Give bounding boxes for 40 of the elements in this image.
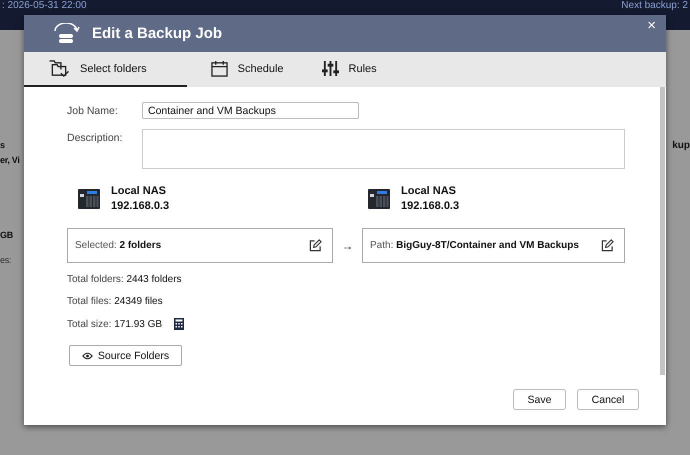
nas-device-icon	[368, 189, 390, 209]
close-button[interactable]: ×	[643, 15, 660, 36]
background-text: kup	[672, 140, 690, 151]
field-label: Description:	[67, 131, 124, 144]
job-name-field[interactable]: Container and VM Backups	[142, 102, 359, 119]
dialog-title: Edit a Backup Job	[92, 25, 222, 42]
save-button[interactable]: Save	[513, 389, 566, 410]
sliders-icon	[322, 60, 339, 77]
device-name: Local NAS	[401, 184, 458, 199]
backup-drive-icon	[52, 22, 80, 44]
stat-text: Total size: 171.93 GB	[67, 318, 162, 330]
path-text: Path: BigGuy-8T/Container and VM Backups	[370, 240, 579, 251]
cancel-button[interactable]: Cancel	[577, 389, 639, 410]
stat-text: Total folders: 2443 folders	[67, 274, 182, 285]
eye-icon	[82, 352, 93, 360]
edit-icon[interactable]	[601, 239, 614, 252]
calendar-icon	[210, 60, 228, 77]
backup-time-text: : 2026-05-31 22:00	[2, 0, 87, 12]
scrollbar-thumb[interactable]	[660, 87, 665, 375]
description-field[interactable]	[142, 129, 625, 169]
stat-text: Total files: 24349 files	[67, 296, 163, 307]
tab[interactable]: Rules	[298, 52, 391, 87]
edit-icon[interactable]	[309, 239, 322, 252]
background-text: s	[0, 139, 6, 152]
tab[interactable]: Schedule	[186, 52, 298, 87]
background-text: es:	[0, 254, 12, 267]
background-text: GB	[0, 229, 14, 242]
device-name: Local NAS	[111, 184, 168, 199]
arrow-text: →	[340, 238, 354, 252]
calculator-icon[interactable]	[174, 318, 184, 330]
selection-text: Selected: 2 folders	[75, 240, 162, 251]
field-label: Job Name:	[67, 104, 119, 117]
next-backup-text: Next backup: 2	[621, 0, 688, 12]
nas-device-icon	[78, 189, 100, 209]
tab[interactable]: Select folders	[24, 52, 187, 87]
source-folders-button[interactable]: Source Folders	[69, 345, 182, 366]
device-ip: 192.168.0.3	[401, 199, 460, 214]
folders-icon	[48, 59, 70, 78]
background-text: er, Vi	[0, 154, 21, 167]
device-ip: 192.168.0.3	[111, 199, 170, 214]
